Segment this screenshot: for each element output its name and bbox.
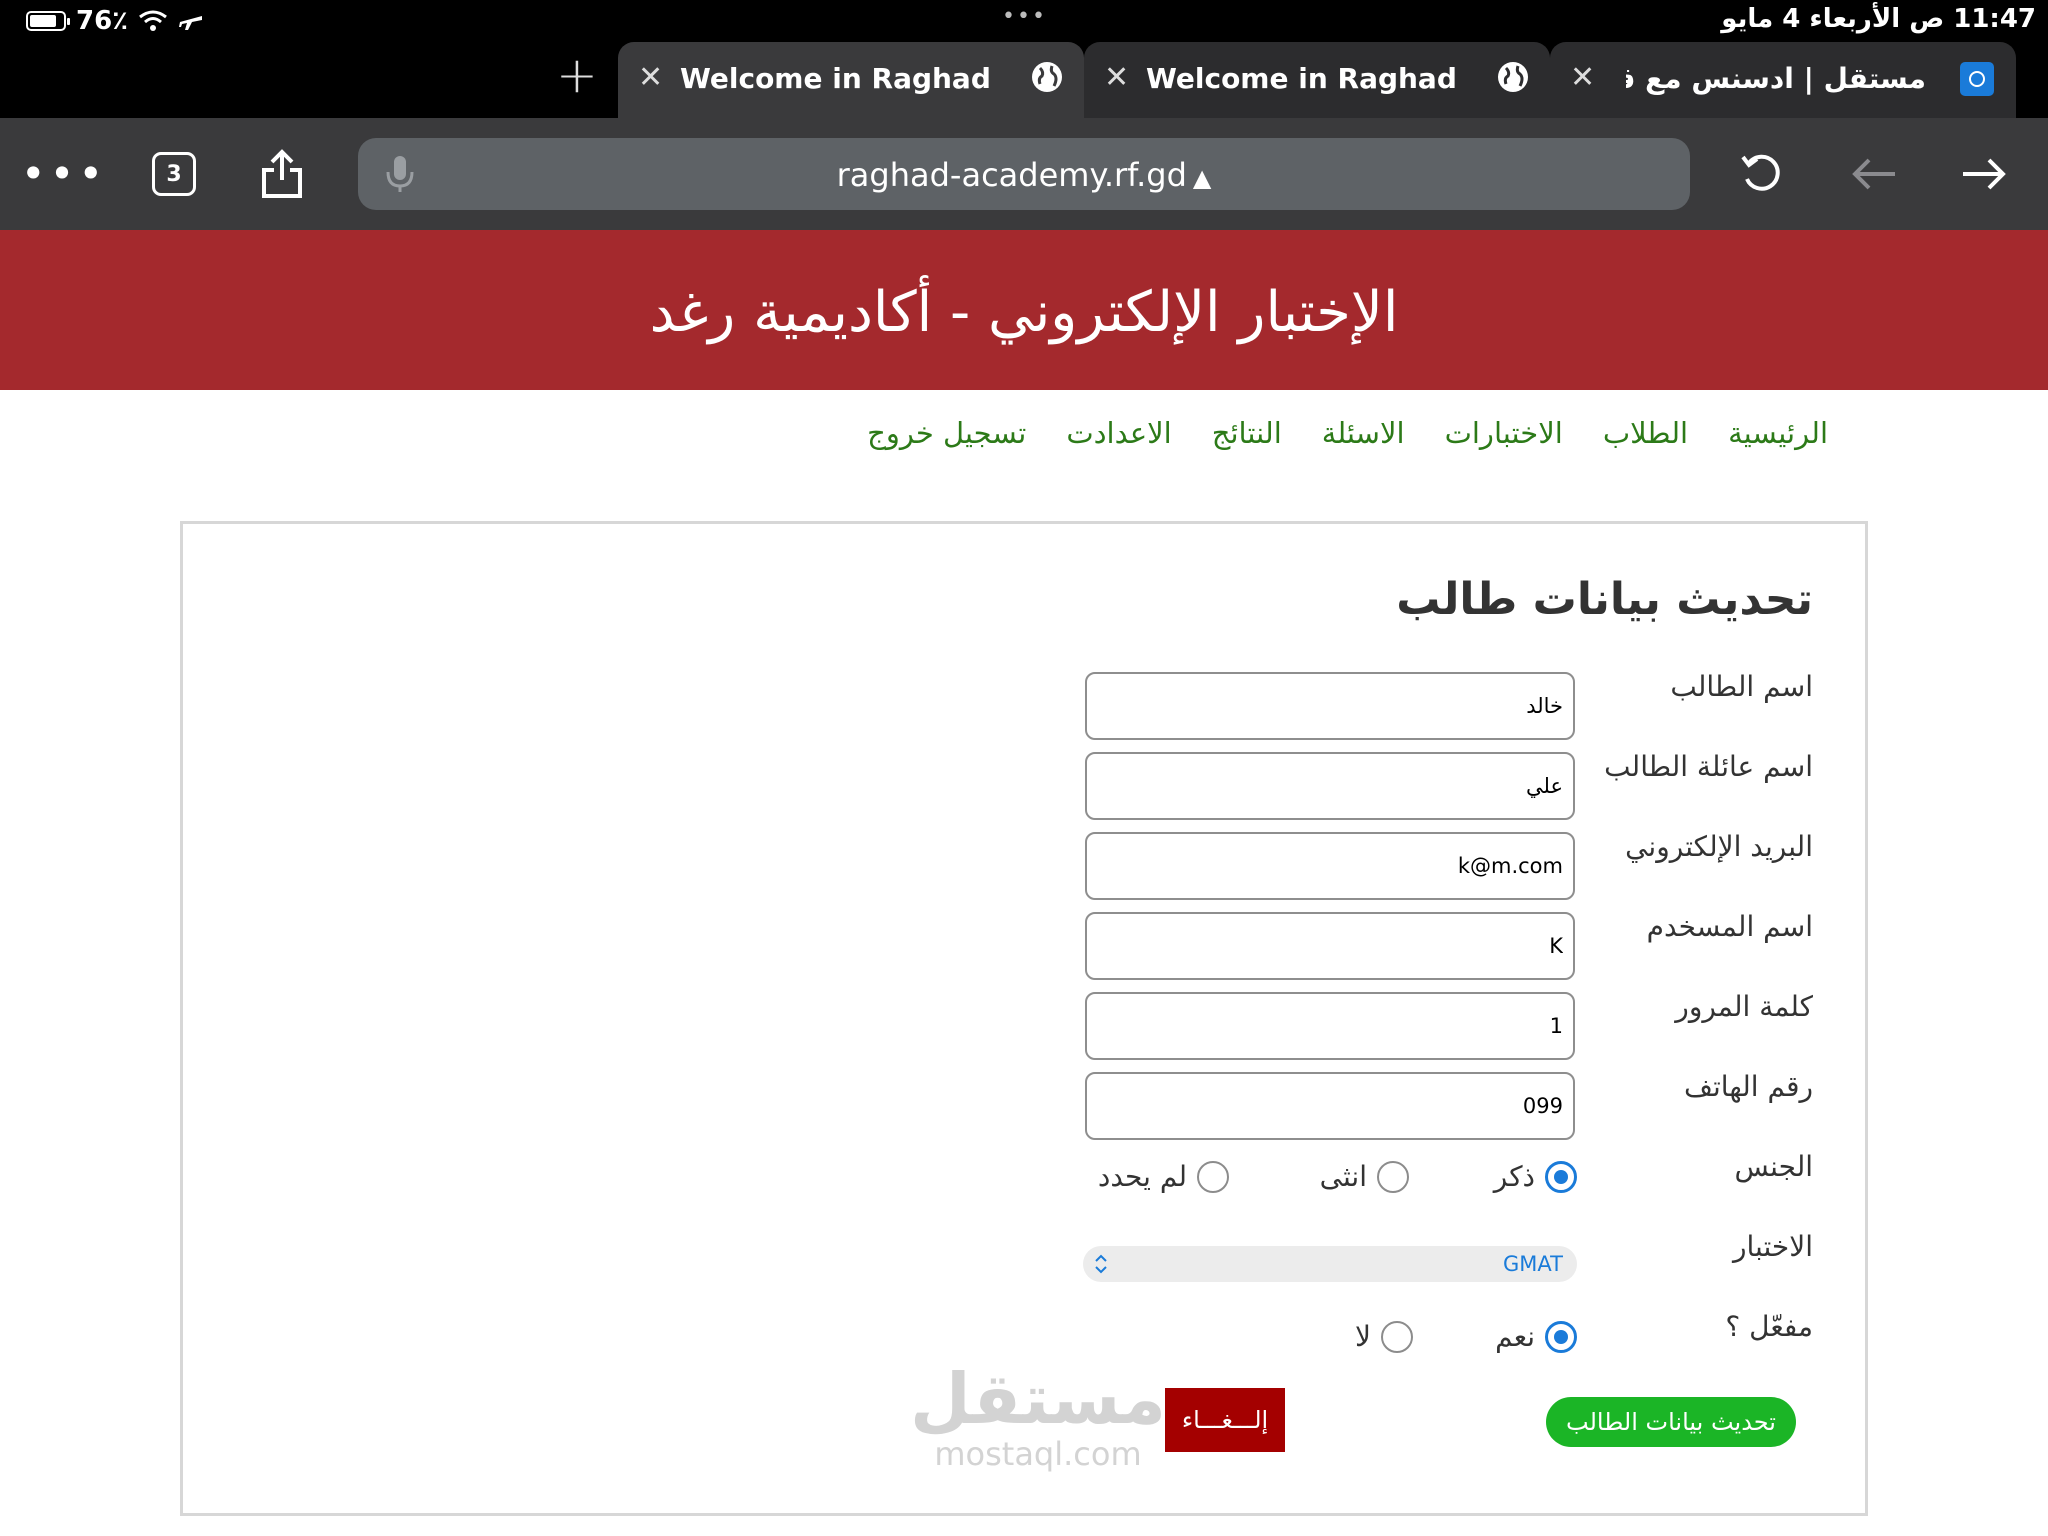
tab-strip: + ✕ Welcome in Raghad academy ✕ Welcome … [0, 42, 2048, 118]
active-no-radio[interactable] [1381, 1320, 1413, 1353]
gender-female-radio[interactable] [1377, 1160, 1409, 1193]
gender-male-label: ذكر [1493, 1160, 1535, 1193]
site-title: الإختبار الإلكتروني - أكاديمية رغد [649, 280, 1399, 345]
url-text: raghad-academy.rf.gd [836, 156, 1187, 194]
wifi-icon [139, 10, 167, 31]
gender-label: الجنس [1734, 1150, 1813, 1183]
reload-icon[interactable] [1732, 146, 1792, 202]
new-tab-button[interactable]: + [552, 50, 602, 102]
nav-settings[interactable]: الاعدادت [1066, 416, 1171, 450]
main-nav: الرئيسية الطلاب الاختبارات الاسئلة النتا… [867, 416, 1828, 450]
share-icon[interactable] [252, 146, 312, 202]
battery-level: 76٪ [76, 6, 129, 36]
student-update-form: تحديث بيانات طالب اسم الطالب اسم عائلة ا… [180, 521, 1868, 1516]
active-label: مفعّل ؟ [1725, 1310, 1813, 1343]
first-name-label: اسم الطالب [1670, 670, 1813, 703]
tabs-overview-button[interactable]: 3 [144, 146, 204, 202]
tab-title: Welcome in Raghad academy [680, 62, 990, 95]
watermark-arabic: مستقل [909, 1358, 1166, 1440]
username-input[interactable] [1085, 912, 1575, 980]
status-datetime: 11:47 ص الأربعاء 4 مايو [1721, 4, 2036, 34]
username-label: اسم المسخدم [1646, 910, 1813, 943]
active-no-label: لا [1355, 1320, 1371, 1353]
airplane-icon [179, 16, 203, 30]
address-bar[interactable]: raghad-academy.rf.gd ▲ [358, 138, 1690, 210]
tab-2[interactable]: ✕ Welcome in Raghad academy [1084, 42, 1550, 118]
email-input[interactable] [1085, 832, 1575, 900]
gender-unspecified-label: لم يحدد [1097, 1160, 1187, 1193]
password-label: كلمة المرور [1675, 990, 1813, 1023]
tab-1[interactable]: ✕ Welcome in Raghad academy [618, 42, 1084, 118]
globe-icon [1498, 62, 1528, 92]
active-yes-radio[interactable] [1545, 1320, 1577, 1353]
nav-exams[interactable]: الاختبارات [1445, 416, 1563, 450]
globe-icon [1032, 62, 1062, 92]
active-yes-label: نعم [1495, 1320, 1535, 1353]
gender-female-option[interactable]: انثى [1320, 1160, 1409, 1193]
password-input[interactable] [1085, 992, 1575, 1060]
cancel-button[interactable]: إلـــغـــاء [1165, 1388, 1285, 1452]
form-heading: تحديث بيانات طالب [1396, 574, 1813, 625]
browser-toolbar: ••• 3 raghad-academy.rf.gd ▲ [0, 118, 2048, 230]
tab-count: 3 [152, 152, 196, 196]
nav-results[interactable]: النتائج [1212, 416, 1282, 450]
status-left: 76٪ [26, 6, 204, 36]
phone-input[interactable] [1085, 1072, 1575, 1140]
mostaql-watermark: مستقل mostaql.com [903, 1359, 1173, 1479]
exam-select[interactable]: GMAT [1083, 1246, 1577, 1282]
last-name-label: اسم عائلة الطالب [1604, 750, 1813, 783]
forward-arrow-icon[interactable] [1954, 146, 2014, 202]
tab-3[interactable]: ✕ مستقل | ادسنس مع قوقل ه [1550, 42, 2016, 118]
first-name-input[interactable] [1085, 672, 1575, 740]
tab-title: Welcome in Raghad academy [1146, 62, 1456, 95]
tab-title: مستقل | ادسنس مع قوقل ه [1626, 62, 1926, 95]
watermark-latin: mostaql.com [934, 1435, 1142, 1473]
email-label: البريد الإلكتروني [1625, 830, 1813, 863]
back-arrow-icon[interactable] [1844, 146, 1904, 202]
nav-home[interactable]: الرئيسية [1728, 416, 1828, 450]
status-bar: 76٪ ••• 11:47 ص الأربعاء 4 مايو [0, 0, 2048, 42]
close-tab-icon[interactable]: ✕ [1570, 60, 1595, 95]
exam-label: الاختبار [1732, 1230, 1813, 1263]
close-tab-icon[interactable]: ✕ [638, 60, 663, 95]
site-header: الإختبار الإلكتروني - أكاديمية رغد [0, 230, 2048, 390]
warning-icon: ▲ [1192, 164, 1212, 192]
update-student-button[interactable]: تحديث بيانات الطالب [1546, 1397, 1796, 1447]
nav-students[interactable]: الطلاب [1603, 416, 1688, 450]
gender-female-label: انثى [1319, 1160, 1367, 1193]
chevron-updown-icon [1095, 1254, 1107, 1274]
gender-radio-group: ذكر انثى لم يحدد [1083, 1160, 1577, 1204]
last-name-input[interactable] [1085, 752, 1575, 820]
active-no-option[interactable]: لا [1355, 1320, 1413, 1353]
gender-male-radio[interactable] [1545, 1160, 1577, 1193]
active-yes-option[interactable]: نعم [1495, 1320, 1577, 1353]
nav-questions[interactable]: الاسئلة [1322, 416, 1405, 450]
battery-icon [26, 11, 70, 31]
nav-logout[interactable]: تسجيل خروج [867, 416, 1026, 450]
phone-label: رقم الهاتف [1684, 1070, 1813, 1103]
exam-selected-value: GMAT [1503, 1252, 1563, 1276]
close-tab-icon[interactable]: ✕ [1104, 60, 1129, 95]
url-display[interactable]: raghad-academy.rf.gd ▲ [358, 156, 1690, 194]
more-options-icon[interactable]: ••• [21, 146, 103, 202]
gender-male-option[interactable]: ذكر [1494, 1160, 1577, 1193]
gender-unspecified-radio[interactable] [1197, 1160, 1229, 1193]
multitask-dots-icon[interactable]: ••• [1002, 4, 1047, 29]
mostaql-favicon-icon [1960, 62, 1994, 96]
gender-unspecified-option[interactable]: لم يحدد [1098, 1160, 1229, 1193]
